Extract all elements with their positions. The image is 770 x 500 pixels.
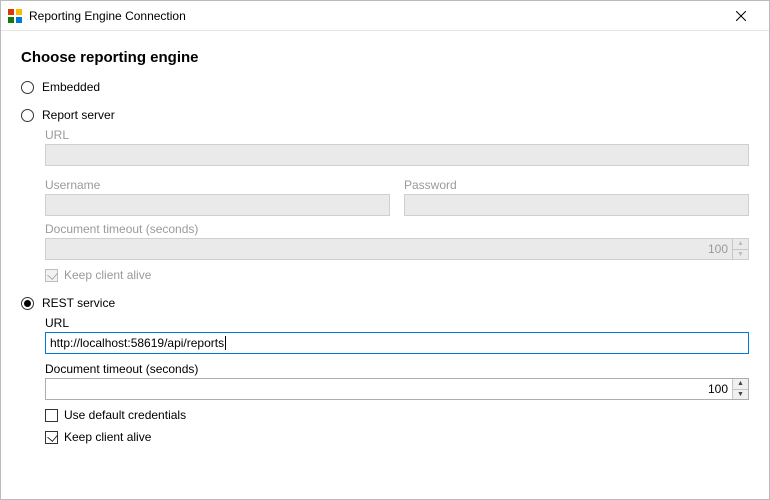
report-server-keep-alive-row[interactable]: Keep client alive — [45, 268, 749, 282]
rest-default-credentials-checkbox[interactable] — [45, 409, 58, 422]
rest-default-credentials-row[interactable]: Use default credentials — [45, 408, 749, 422]
window-title: Reporting Engine Connection — [29, 9, 721, 23]
option-embedded-block: Embedded — [21, 80, 749, 94]
page-heading: Choose reporting engine — [21, 49, 749, 66]
rest-timeout-value: 100 — [46, 379, 732, 399]
report-server-timeout-down[interactable]: ▼ — [733, 249, 748, 260]
radio-embedded[interactable] — [21, 81, 34, 94]
option-embedded[interactable]: Embedded — [21, 80, 749, 94]
option-report-server[interactable]: Report server — [21, 108, 749, 122]
rest-url-input[interactable]: http://localhost:58619/api/reports — [45, 332, 749, 354]
close-icon — [736, 11, 746, 21]
radio-rest-service[interactable] — [21, 297, 34, 310]
report-server-timeout-value: 100 — [46, 239, 732, 259]
report-server-timeout-spinner[interactable]: 100 ▲ ▼ — [45, 238, 749, 260]
option-rest-service-label: REST service — [42, 296, 115, 310]
report-server-password-label: Password — [404, 178, 749, 192]
option-rest-service-block: REST service URL http://localhost:58619/… — [21, 296, 749, 444]
report-server-password-input[interactable] — [404, 194, 749, 216]
report-server-keep-alive-label: Keep client alive — [64, 268, 151, 282]
report-server-url-label: URL — [45, 128, 749, 142]
app-icon — [7, 8, 23, 24]
report-server-timeout-up[interactable]: ▲ — [733, 239, 748, 249]
rest-url-label: URL — [45, 316, 749, 330]
report-server-username-label: Username — [45, 178, 390, 192]
option-report-server-label: Report server — [42, 108, 115, 122]
option-embedded-label: Embedded — [42, 80, 100, 94]
report-server-timeout-label: Document timeout (seconds) — [45, 222, 749, 236]
rest-default-credentials-label: Use default credentials — [64, 408, 186, 422]
report-server-url-input[interactable] — [45, 144, 749, 166]
rest-timeout-label: Document timeout (seconds) — [45, 362, 749, 376]
dialog-content: Choose reporting engine Embedded Report … — [1, 31, 769, 468]
rest-keep-alive-label: Keep client alive — [64, 430, 151, 444]
report-server-keep-alive-checkbox[interactable] — [45, 269, 58, 282]
title-bar: Reporting Engine Connection — [1, 1, 769, 31]
report-server-username-input[interactable] — [45, 194, 390, 216]
text-caret — [225, 336, 226, 350]
radio-report-server[interactable] — [21, 109, 34, 122]
rest-timeout-down[interactable]: ▼ — [733, 389, 748, 400]
rest-timeout-up[interactable]: ▲ — [733, 379, 748, 389]
window-close-button[interactable] — [721, 2, 761, 30]
option-rest-service[interactable]: REST service — [21, 296, 749, 310]
option-report-server-block: Report server URL Username Password Docu… — [21, 108, 749, 282]
rest-timeout-spinner[interactable]: 100 ▲ ▼ — [45, 378, 749, 400]
rest-url-value: http://localhost:58619/api/reports — [50, 336, 224, 350]
rest-keep-alive-row[interactable]: Keep client alive — [45, 430, 749, 444]
rest-keep-alive-checkbox[interactable] — [45, 431, 58, 444]
